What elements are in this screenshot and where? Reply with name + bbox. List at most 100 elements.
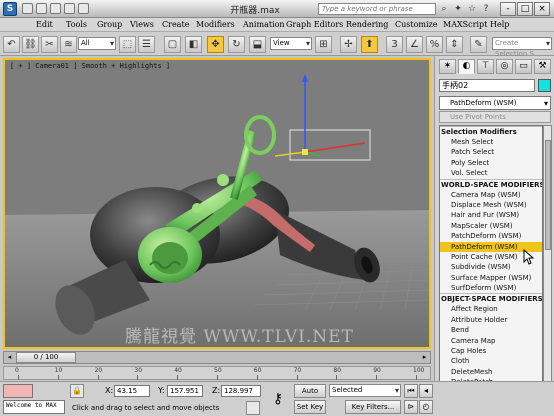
motion-tab-icon[interactable]: ◎	[496, 59, 513, 74]
undo-icon[interactable]	[64, 3, 75, 14]
lock-selection-icon[interactable]: 🔒	[70, 384, 84, 398]
track-bar[interactable]: 0 10 20 30 40 50 60 70 80 90 100	[3, 366, 431, 380]
add-time-tag-icon[interactable]	[246, 401, 260, 415]
menu-maxscript[interactable]: MAXScript	[443, 20, 487, 29]
named-selection-set-field[interactable]: Create Selection S	[492, 37, 552, 58]
open-file-icon[interactable]	[36, 3, 47, 14]
modifier-list-item[interactable]: Vol. Select	[440, 168, 542, 178]
time-slider[interactable]: ◂ 0 / 100 ▸	[3, 351, 431, 364]
menu-views[interactable]: Views	[130, 20, 154, 29]
utilities-tab-icon[interactable]: ⚒	[534, 59, 551, 74]
search-input[interactable]: Type a keyword or phrase	[318, 3, 436, 15]
pivot-center-icon[interactable]: ⊞	[315, 36, 332, 53]
create-tab-icon[interactable]: ✶	[439, 59, 456, 74]
modifier-list-item[interactable]: Surface Mapper (WSM)	[440, 273, 542, 283]
z-coordinate-field[interactable]: 128.997	[221, 385, 261, 397]
hierarchy-tab-icon[interactable]: ⊤	[477, 59, 494, 74]
select-and-scale-icon[interactable]: ⬓	[249, 36, 266, 53]
menu-edit[interactable]: Edit	[36, 20, 53, 29]
undo-arrow-icon[interactable]: ↶	[3, 36, 20, 53]
select-and-move-icon[interactable]: ✥	[207, 36, 224, 53]
modifier-list-item[interactable]: MapScaler (WSM)	[440, 221, 542, 231]
menu-graph-editors[interactable]: Graph Editors	[286, 20, 343, 29]
select-and-link-icon[interactable]: ⛓	[22, 36, 39, 53]
selection-filter-dropdown[interactable]: All	[78, 37, 116, 50]
minimize-button[interactable]: -	[500, 2, 516, 16]
reference-coordinate-dropdown[interactable]: View	[270, 37, 312, 50]
select-manipulate-icon[interactable]: ✢	[340, 36, 357, 53]
menu-create[interactable]: Create	[162, 20, 189, 29]
app-logo-icon[interactable]: S	[3, 2, 17, 16]
go-to-start-icon[interactable]: ⏮	[404, 384, 418, 398]
menu-help[interactable]: Help	[490, 20, 509, 29]
object-color-swatch[interactable]	[538, 79, 551, 92]
use-pivot-points-checkbox[interactable]: Use Pivot Points	[439, 111, 551, 123]
modifier-list-dropdown[interactable]: PathDeform (WSM)	[439, 96, 551, 110]
object-name-field[interactable]: 手柄02	[439, 79, 535, 92]
display-tab-icon[interactable]: ▭	[515, 59, 532, 74]
modifier-list-item[interactable]: Patch Select	[440, 147, 542, 157]
camera-viewport[interactable]: [ + ] Camera01 ] Smooth + Highlights ] 騰…	[3, 58, 431, 349]
modifier-list-item[interactable]: Displace Mesh (WSM)	[440, 200, 542, 210]
select-by-name-icon[interactable]: ☰	[138, 36, 155, 53]
keyboard-shortcut-override-icon[interactable]: ⬆	[361, 36, 378, 53]
close-button[interactable]: ×	[534, 2, 550, 16]
save-file-icon[interactable]	[50, 3, 61, 14]
window-crossing-icon[interactable]: ◧	[185, 36, 202, 53]
menu-tools[interactable]: Tools	[66, 20, 87, 29]
infocenter-icon[interactable]: ✦	[452, 3, 464, 15]
favorites-star-icon[interactable]: ☆	[466, 3, 478, 15]
unlink-icon[interactable]: ✂	[41, 36, 58, 53]
set-key-mode-icon[interactable]: ⚷	[266, 386, 290, 412]
time-slider-thumb[interactable]: 0 / 100	[16, 352, 76, 363]
time-prev-arrow-icon[interactable]: ◂	[4, 352, 15, 363]
spinner-snap-icon[interactable]: ⇕	[446, 36, 463, 53]
select-object-icon[interactable]: ⬚	[119, 36, 136, 53]
bind-space-warp-icon[interactable]: ≋	[60, 36, 77, 53]
time-config-icon[interactable]: ◴	[419, 400, 433, 414]
rectangular-selection-icon[interactable]: ▢	[164, 36, 181, 53]
new-file-icon[interactable]	[22, 3, 33, 14]
help-icon[interactable]: ?	[480, 3, 492, 15]
set-key-button[interactable]: Set Key	[294, 400, 326, 414]
modifier-list-item[interactable]: Attribute Holder	[440, 315, 542, 325]
previous-frame-icon[interactable]: ◂	[419, 384, 433, 398]
key-filters-button[interactable]: Key Filters...	[345, 400, 401, 414]
menu-rendering[interactable]: Rendering	[346, 20, 388, 29]
modify-tab-icon[interactable]: ◐	[458, 59, 475, 74]
angle-snap-icon[interactable]: ∠	[406, 36, 423, 53]
menu-customize[interactable]: Customize	[395, 20, 438, 29]
modifier-list-item[interactable]: Poly Select	[440, 158, 542, 168]
modifier-list-item[interactable]: Affect Region	[440, 304, 542, 314]
key-mode-toggle-icon[interactable]: ⊳	[404, 400, 418, 414]
y-coordinate-field[interactable]: 157.951	[167, 385, 203, 397]
modifier-list-item[interactable]: Camera Map	[440, 336, 542, 346]
maxscript-listener-mini[interactable]	[3, 384, 33, 398]
modifier-list-item[interactable]: Bend	[440, 325, 542, 335]
percent-snap-icon[interactable]: %	[426, 36, 443, 53]
edit-named-selection-icon[interactable]: ✎	[470, 36, 487, 53]
scrollbar-thumb[interactable]	[545, 140, 551, 250]
modifier-list-scrollbar[interactable]	[543, 125, 552, 416]
select-and-rotate-icon[interactable]: ↻	[228, 36, 245, 53]
modifier-list-item[interactable]: Cap Holes	[440, 346, 542, 356]
key-mode-dropdown[interactable]: Selected	[329, 384, 401, 397]
modifier-list-item[interactable]: PatchDeform (WSM)	[440, 231, 542, 241]
modifier-list-item[interactable]: Mesh Select	[440, 137, 542, 147]
redo-icon[interactable]	[78, 3, 89, 14]
menu-modifiers[interactable]: Modifiers	[196, 20, 235, 29]
modifier-list-item[interactable]: Camera Map (WSM)	[440, 190, 542, 200]
menu-group[interactable]: Group	[97, 20, 122, 29]
time-next-arrow-icon[interactable]: ▸	[419, 352, 430, 363]
snaps-toggle-icon[interactable]: 3	[386, 36, 403, 53]
modifier-list-item[interactable]: Hair and Fur (WSM)	[440, 210, 542, 220]
modifier-list-item[interactable]: DeleteMesh	[440, 367, 542, 377]
search-icon[interactable]: ⌕	[438, 3, 450, 15]
modifier-list-item[interactable]: SurfDeform (WSM)	[440, 283, 542, 293]
modifier-list-item[interactable]: Cloth	[440, 356, 542, 366]
menu-animation[interactable]: Animation	[243, 20, 285, 29]
welcome-field[interactable]: Welcome to MAX	[3, 400, 65, 414]
x-coordinate-field[interactable]: 43.15	[114, 385, 150, 397]
viewport-label[interactable]: [ + ] Camera01 ] Smooth + Highlights ]	[10, 62, 170, 70]
auto-key-button[interactable]: Auto Key	[294, 384, 326, 407]
